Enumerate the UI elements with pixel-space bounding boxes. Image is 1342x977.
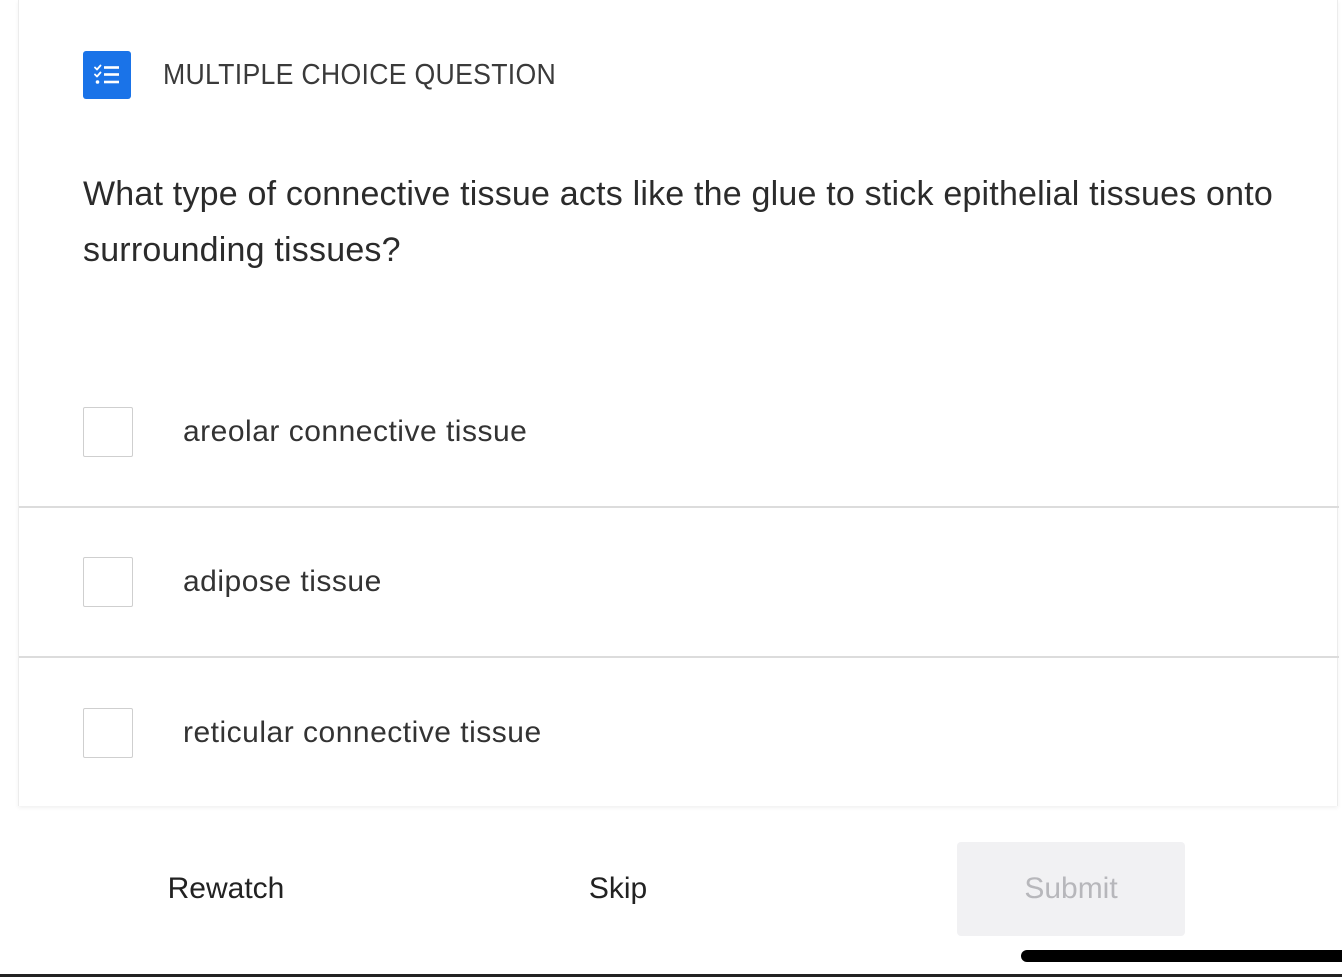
answer-option[interactable]: areolar connective tissue — [19, 358, 1339, 508]
answer-option[interactable]: reticular connective tissue — [19, 658, 1339, 808]
question-type-label: MULTIPLE CHOICE QUESTION — [163, 58, 557, 91]
question-text: What type of connective tissue acts like… — [83, 175, 1274, 269]
option-checkbox[interactable] — [83, 708, 133, 758]
option-checkbox[interactable] — [83, 407, 133, 457]
option-checkbox[interactable] — [83, 557, 133, 607]
home-indicator — [1021, 950, 1342, 962]
rewatch-button[interactable]: Rewatch — [126, 842, 326, 936]
skip-button[interactable]: Skip — [518, 842, 718, 936]
question-card: MULTIPLE CHOICE QUESTION What type of co… — [18, 0, 1339, 808]
answer-option[interactable]: adipose tissue — [19, 508, 1339, 658]
option-label: reticular connective tissue — [183, 716, 542, 749]
submit-button[interactable]: Submit — [957, 842, 1185, 936]
checklist-icon — [83, 51, 131, 99]
option-label: adipose tissue — [183, 565, 382, 598]
option-label: areolar connective tissue — [183, 415, 528, 448]
question-header: MULTIPLE CHOICE QUESTION — [83, 51, 590, 99]
